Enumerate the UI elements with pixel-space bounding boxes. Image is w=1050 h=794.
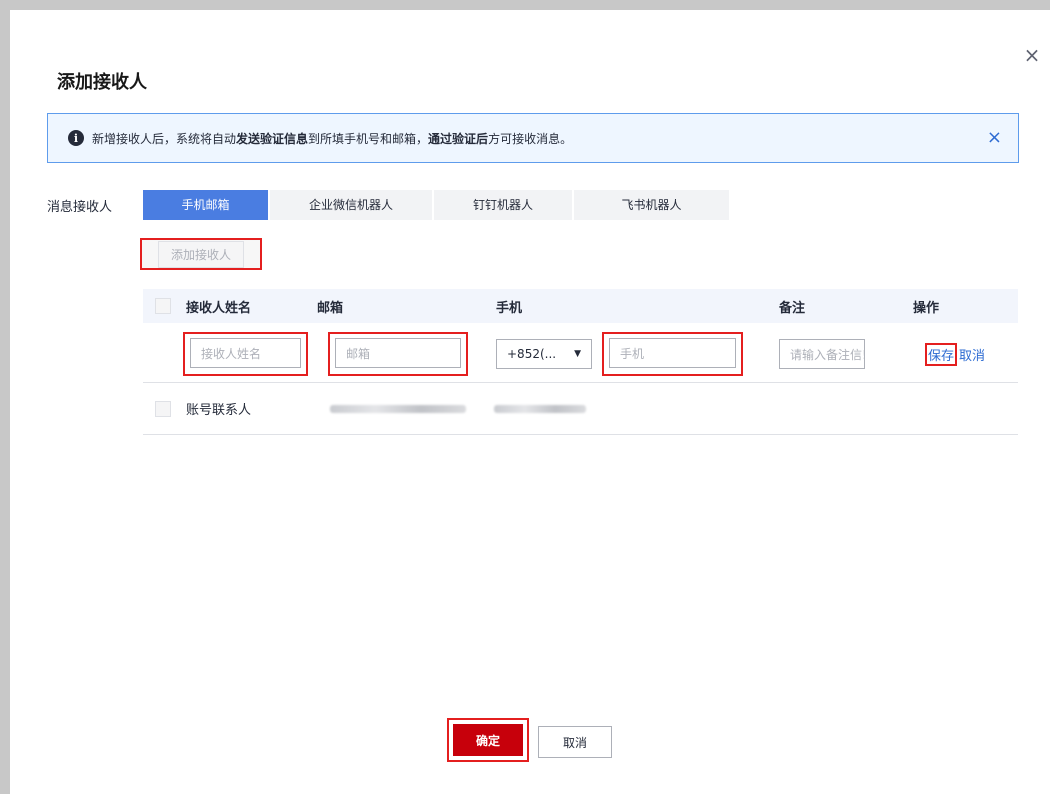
confirm-button[interactable]: 确定 xyxy=(453,724,523,756)
header-note: 备注 xyxy=(779,300,806,316)
add-recipient-label: 添加接收人 xyxy=(157,240,244,268)
header-phone: 手机 xyxy=(496,300,523,316)
caret-down-icon: ▼ xyxy=(574,349,581,359)
tab-dingtalk-robot[interactable]: 钉钉机器人 xyxy=(434,190,572,220)
phone-placeholder: 手机 xyxy=(620,346,645,361)
notice-close-icon[interactable]: × xyxy=(987,127,1002,148)
note-placeholder: 请输入备注信! xyxy=(790,347,864,362)
tab-feishu-robot[interactable]: 飞书机器人 xyxy=(574,190,729,220)
notice-bold-1: 发送验证信息 xyxy=(236,131,309,146)
country-code-select[interactable]: +852(... ▼ xyxy=(496,339,592,369)
confirm-button-highlight: 确定 xyxy=(447,718,529,762)
name-input[interactable]: 接收人姓名 xyxy=(190,338,301,368)
save-link[interactable]: 保存 xyxy=(928,349,954,364)
recipient-table: 接收人姓名 邮箱 手机 备注 操作 接收人姓名 邮箱 +852(... ▼ 手机… xyxy=(143,289,1018,435)
row-checkbox[interactable] xyxy=(155,400,171,417)
recipient-type-tabs: 手机邮箱 企业微信机器人 钉钉机器人 飞书机器人 xyxy=(143,190,731,220)
notice-bold-2: 通过验证后 xyxy=(428,131,489,146)
redacted-phone xyxy=(494,404,586,413)
redacted-email xyxy=(330,404,466,413)
row-name: 账号联系人 xyxy=(186,403,252,418)
notice-text-2: 到所填手机号和邮箱， xyxy=(308,131,429,146)
backdrop-top xyxy=(0,0,1050,10)
tab-wecom-robot[interactable]: 企业微信机器人 xyxy=(270,190,432,220)
backdrop-left xyxy=(0,10,10,794)
phone-input[interactable]: 手机 xyxy=(609,338,736,368)
recipient-label: 消息接收人 xyxy=(47,200,113,215)
note-input[interactable]: 请输入备注信! xyxy=(779,339,865,369)
notice-text-3: 方可接收消息。 xyxy=(488,131,573,146)
notice-text-1: 新增接收人后，系统将自动 xyxy=(92,131,237,146)
info-notice: i 新增接收人后，系统将自动 发送验证信息 到所填手机号和邮箱， 通过验证后 方… xyxy=(47,113,1019,163)
header-email: 邮箱 xyxy=(317,300,344,316)
cancel-link[interactable]: 取消 xyxy=(959,345,985,364)
select-all-checkbox[interactable] xyxy=(155,298,171,314)
tab-phone-email[interactable]: 手机邮箱 xyxy=(143,190,268,220)
info-icon: i xyxy=(68,130,84,146)
add-recipient-button[interactable]: 添加接收人 xyxy=(140,238,262,270)
close-icon[interactable]: × xyxy=(1021,44,1043,66)
name-placeholder: 接收人姓名 xyxy=(201,346,262,361)
save-highlight: 保存 xyxy=(925,343,958,366)
name-input-highlight: 接收人姓名 xyxy=(183,332,308,376)
edit-row: 接收人姓名 邮箱 +852(... ▼ 手机 请输入备注信! 保存 取消 xyxy=(143,323,1018,383)
email-input-highlight: 邮箱 xyxy=(328,332,468,376)
country-code-value: +852(... xyxy=(507,347,557,361)
cancel-button[interactable]: 取消 xyxy=(538,726,612,758)
header-name: 接收人姓名 xyxy=(186,300,252,316)
email-placeholder: 邮箱 xyxy=(346,346,371,361)
table-header: 接收人姓名 邮箱 手机 备注 操作 xyxy=(143,289,1018,323)
email-input[interactable]: 邮箱 xyxy=(335,338,461,368)
phone-input-highlight: 手机 xyxy=(602,332,743,376)
table-row: 账号联系人 xyxy=(143,383,1018,435)
header-actions: 操作 xyxy=(913,300,940,316)
dialog-title: 添加接收人 xyxy=(57,72,147,93)
